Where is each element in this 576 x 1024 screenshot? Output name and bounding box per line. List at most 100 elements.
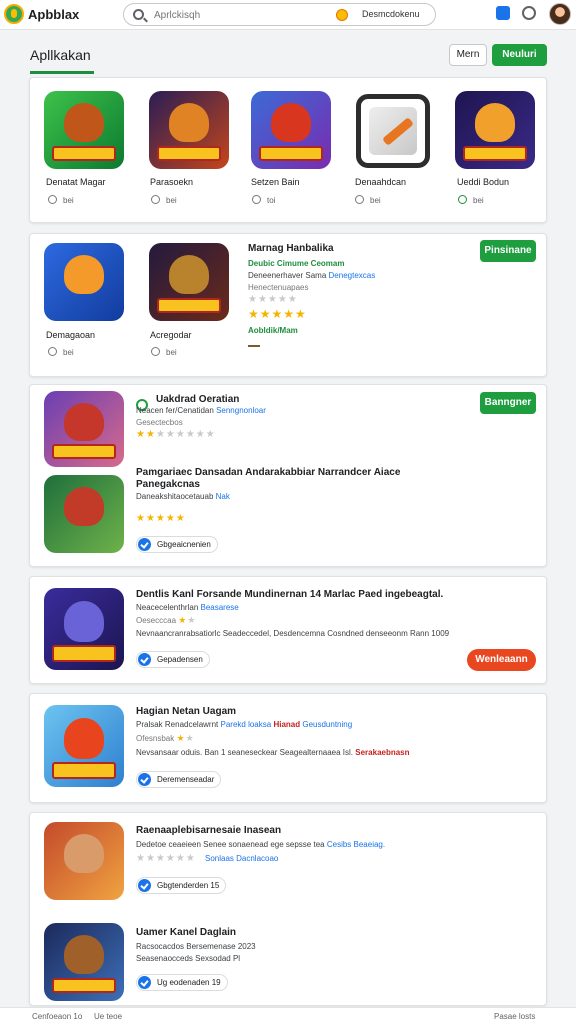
- app-row-meta-2: Ofesnsbak ★★: [136, 733, 195, 743]
- menu-button[interactable]: Mern: [449, 44, 487, 66]
- feature-meta-2: Henectenuapaes: [248, 283, 309, 292]
- app-thumbnail[interactable]: [44, 475, 124, 553]
- app-thumbnail[interactable]: [44, 923, 124, 1001]
- feature-title[interactable]: Marnag Hanbalika: [248, 243, 334, 254]
- app-list-card: Hagian Netan Uagam Pralsak Renadcelawrnt…: [29, 693, 547, 803]
- app-thumbnail[interactable]: [149, 243, 229, 321]
- app-logo-icon[interactable]: [4, 4, 24, 24]
- app-name[interactable]: Denatat Magar: [46, 177, 106, 187]
- app-list-card: Raenaaplebisarnesaie Inasean Dedetoe cea…: [29, 812, 547, 1006]
- footer: Cenfoeaon 1o Ue teoe Pasae losts: [0, 1007, 576, 1024]
- app-row-meta: Dedetoe ceaeieen Senee sonaenead ege sep…: [136, 840, 386, 849]
- install-button[interactable]: Banngner: [480, 392, 536, 414]
- app-thumbnail[interactable]: [251, 91, 331, 169]
- search-category[interactable]: Desmcdokenu: [362, 9, 420, 19]
- app-thumbnail[interactable]: [44, 705, 124, 787]
- app-row-meta: Neacecelenthrlan Beasarese: [136, 603, 239, 612]
- app-list-card: Uakdrad Oeratian Neacen fer/Cenatidan Se…: [29, 384, 547, 567]
- star-rating: ★★★★★★★★: [136, 429, 216, 440]
- download-icon: [151, 347, 160, 356]
- app-name[interactable]: Ueddi Bodun: [457, 177, 509, 187]
- star-rating: ★★★★★: [136, 513, 186, 524]
- star-rating-faded: ★★★★★★: [136, 853, 196, 864]
- app-meta: bei: [355, 195, 381, 205]
- app-row-title[interactable]: Uakdrad Oeratian: [156, 394, 239, 405]
- search-input[interactable]: [154, 7, 324, 23]
- download-icon: [151, 195, 160, 204]
- app-name[interactable]: Denaahdcan: [355, 177, 406, 187]
- verified-icon: [138, 653, 151, 666]
- get-button[interactable]: Wenleaann: [467, 649, 536, 671]
- settings-icon[interactable]: [522, 6, 536, 20]
- app-thumbnail[interactable]: [44, 822, 124, 900]
- app-thumbnail[interactable]: [149, 91, 229, 169]
- developer-chip[interactable]: Deremenseadar: [136, 771, 222, 788]
- search-icon: [133, 9, 144, 20]
- divider: [248, 345, 260, 347]
- app-name[interactable]: Setzen Bain: [251, 177, 300, 187]
- app-thumbnail[interactable]: [44, 588, 124, 670]
- app-row-meta-2: Gesectecbos: [136, 418, 183, 427]
- app-row-meta: Pralsak Renadcelawrnt Parekd loaksa Hian…: [136, 720, 353, 729]
- verified-icon: [138, 773, 151, 786]
- app-row-meta-2: Sonlaas Dacnlacoao: [205, 854, 279, 863]
- app-meta: bei: [458, 195, 484, 205]
- mic-icon[interactable]: [336, 9, 348, 21]
- app-row-title[interactable]: Raenaaplebisarnesaie Inasean: [136, 825, 281, 836]
- search-bar[interactable]: Desmcdokenu: [123, 3, 436, 26]
- app-meta: toi: [252, 195, 275, 205]
- brand-name: Apbblax: [28, 7, 80, 22]
- app-name[interactable]: Acregodar: [150, 330, 192, 340]
- footer-link[interactable]: Pasae losts: [494, 1012, 535, 1021]
- developer-chip[interactable]: Gbgeaicnenien: [136, 536, 218, 553]
- developer-chip[interactable]: Ug eodenaden 19: [136, 974, 228, 991]
- title-underline: [30, 71, 94, 74]
- download-icon: [48, 347, 57, 356]
- footer-link[interactable]: Ue teoe: [94, 1012, 122, 1021]
- app-row-meta-2: Oesecccaa ★★: [136, 615, 197, 625]
- star-rating: ★★★★★: [248, 307, 307, 321]
- feature-developer[interactable]: Deubic Cimume Ceomam: [248, 259, 344, 268]
- verified-icon: [138, 538, 151, 551]
- app-row-meta: Neacen fer/Cenatidan Senngnonloar: [136, 406, 266, 415]
- app-row-title[interactable]: Dentlis Kanl Forsande Mundinernan 14 Mar…: [136, 589, 443, 600]
- featured-card: Demagaoan Acregodar bei bei Marnag Hanba…: [29, 233, 547, 377]
- app-row-title[interactable]: Hagian Netan Uagam: [136, 706, 236, 717]
- download-icon: [48, 195, 57, 204]
- app-row-meta-2: Seasenaocceds Sexsodad Pl: [136, 954, 241, 963]
- rating-label: Aobldik/Mam: [248, 326, 298, 335]
- app-row-title[interactable]: Uamer Kanel Daglain: [136, 927, 236, 938]
- app-meta: bei: [151, 347, 177, 357]
- app-thumbnail[interactable]: [455, 91, 535, 169]
- app-name[interactable]: Demagaoan: [46, 330, 95, 340]
- app-row-title[interactable]: Pamgariaec Dansadan Andarakabbiar Narran…: [136, 467, 400, 478]
- notification-icon[interactable]: [496, 6, 510, 20]
- top-bar: Apbblax Desmcdokenu: [0, 0, 576, 30]
- page-title: Apllkakan: [30, 47, 91, 63]
- app-row-meta: Racsocacdos Bersemenase 2023: [136, 942, 256, 951]
- app-row-meta: Daneakshitaocetauab Nak: [136, 492, 230, 501]
- verified-icon: [138, 879, 151, 892]
- developer-chip[interactable]: Gbgtenderden 15: [136, 877, 227, 894]
- feature-meta: Deneenerhaver Sama Denegtexcas: [248, 271, 376, 280]
- app-thumbnail[interactable]: [44, 91, 124, 169]
- top-apps-card: Denatat Magar Parasoekn Setzen Bain Dena…: [29, 77, 547, 223]
- new-button[interactable]: Neuluri: [492, 44, 547, 66]
- install-button[interactable]: Pinsinane: [480, 240, 536, 262]
- download-icon: [355, 195, 364, 204]
- app-meta: bei: [48, 347, 74, 357]
- verified-icon: [138, 976, 151, 989]
- verified-check-icon: [458, 195, 467, 204]
- footer-link[interactable]: Cenfoeaon 1o: [32, 1012, 82, 1021]
- star-rating-faded: ★★★★★: [248, 294, 298, 305]
- developer-chip[interactable]: Gepadensen: [136, 651, 210, 668]
- app-name[interactable]: Parasoekn: [150, 177, 193, 187]
- app-row-description: Nevnaancranrabsatiorlc Seadeccedel, Desd…: [136, 629, 450, 638]
- app-list-card: Dentlis Kanl Forsande Mundinernan 14 Mar…: [29, 576, 547, 684]
- app-thumbnail[interactable]: [44, 391, 124, 467]
- app-row-title-line2[interactable]: Panegakcnas: [136, 479, 200, 490]
- app-row-description: Nevsansaar oduis. Ban 1 seaneseckear Sea…: [136, 748, 410, 757]
- app-thumbnail[interactable]: [44, 243, 124, 321]
- avatar[interactable]: [549, 3, 571, 25]
- app-thumbnail[interactable]: [356, 94, 430, 168]
